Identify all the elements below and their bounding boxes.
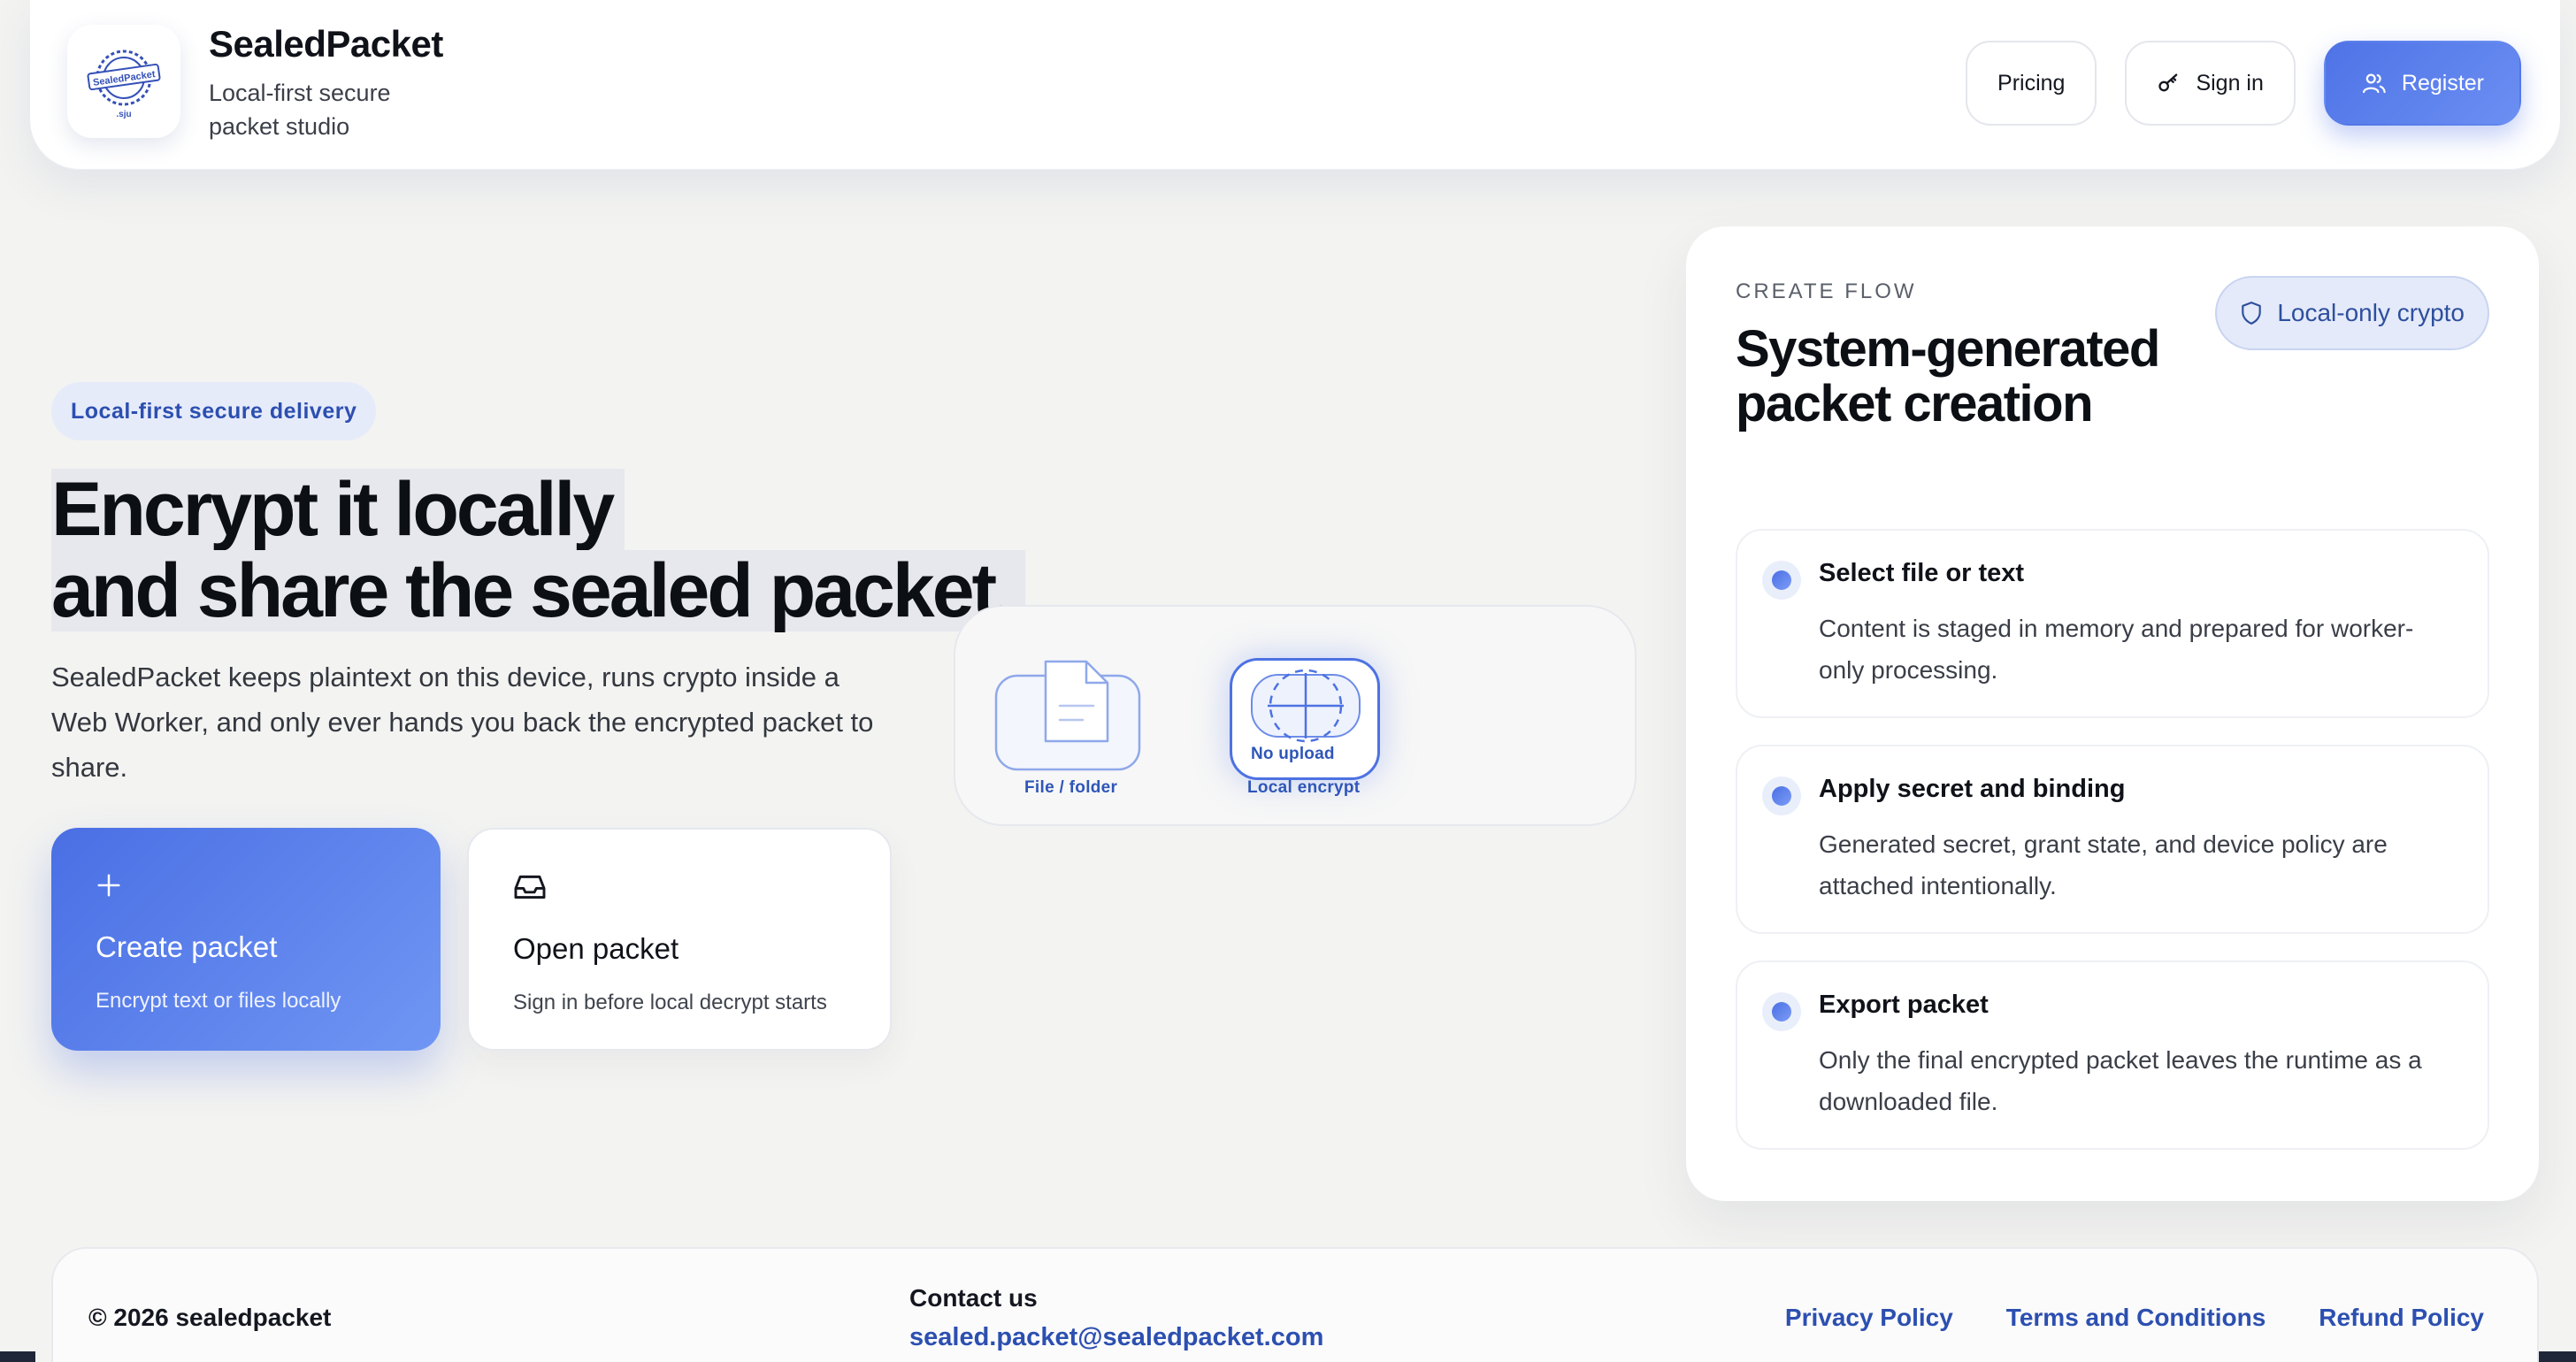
hero-badge: Local-first secure delivery xyxy=(51,382,377,440)
create-flow-panel: CREATE FLOW System-generated packet crea… xyxy=(1686,226,2539,1201)
panel-eyebrow: CREATE FLOW xyxy=(1736,279,1917,303)
file-folder-icon xyxy=(994,660,1141,771)
no-upload-label: No upload xyxy=(1251,745,1335,763)
step-dot-icon xyxy=(1762,561,1801,600)
local-encrypt-label: Local encrypt xyxy=(1247,778,1361,797)
pricing-label: Pricing xyxy=(1997,70,2066,96)
hero-description: SealedPacket keeps plaintext on this dev… xyxy=(51,662,874,783)
headline-line-2: and share the sealed packet. xyxy=(51,550,1026,631)
create-packet-subtitle: Encrypt text or files locally xyxy=(96,989,341,1013)
brand-tagline: Local-first secure packet studio xyxy=(209,80,391,140)
open-packet-button[interactable]: Open packet Sign in before local decrypt… xyxy=(467,828,892,1051)
hero-headline: Encrypt it locally and share the sealed … xyxy=(51,469,1026,631)
shield-icon xyxy=(2242,302,2262,325)
terms-link[interactable]: Terms and Conditions xyxy=(2006,1304,2266,1332)
step-title: Select file or text xyxy=(1819,559,2025,587)
panel-title: System-generated packet creation xyxy=(1736,320,2160,432)
vault-icon xyxy=(1251,669,1361,743)
site-footer: © 2026 sealedpacket Contact us sealed.pa… xyxy=(51,1247,2539,1362)
step-description: Only the final encrypted packet leaves t… xyxy=(1819,1046,2422,1115)
brand-name[interactable]: SealedPacket xyxy=(209,23,443,65)
step-description: Generated secret, grant state, and devic… xyxy=(1819,830,2388,899)
footer-links: Privacy Policy Terms and Conditions Refu… xyxy=(1785,1304,2484,1332)
open-packet-subtitle: Sign in before local decrypt starts xyxy=(513,991,827,1014)
flow-step: Apply secret and binding Generated secre… xyxy=(1736,745,2489,934)
step-title: Apply secret and binding xyxy=(1819,775,2126,803)
step-title: Export packet xyxy=(1819,991,1989,1019)
open-packet-title: Open packet xyxy=(513,932,679,965)
local-only-crypto-badge: Local-only crypto xyxy=(2215,276,2489,350)
register-label: Register xyxy=(2401,70,2484,96)
flow-steps: Select file or text Content is staged in… xyxy=(1736,529,2489,1176)
pricing-button[interactable]: Pricing xyxy=(1966,41,2097,126)
file-folder-label: File / folder xyxy=(1024,778,1118,797)
step-dot-icon xyxy=(1762,992,1801,1031)
logo-suffix: .sju xyxy=(116,110,131,119)
flow-step: Select file or text Content is staged in… xyxy=(1736,529,2489,718)
copyright: © 2026 sealedpacket xyxy=(88,1304,332,1331)
flow-step: Export packet Only the final encrypted p… xyxy=(1736,960,2489,1150)
users-icon xyxy=(2362,73,2386,94)
create-packet-button[interactable]: Create packet Encrypt text or files loca… xyxy=(51,828,441,1051)
seal-stamp-icon: SealedPacket .sju xyxy=(87,50,161,119)
brand-logo[interactable]: SealedPacket .sju xyxy=(67,25,180,138)
plus-icon xyxy=(97,874,120,897)
inbox-icon xyxy=(514,875,546,899)
local-only-crypto-label: Local-only crypto xyxy=(2277,299,2465,326)
privacy-policy-link[interactable]: Privacy Policy xyxy=(1785,1304,1953,1332)
window-bottom-edge xyxy=(0,1351,2576,1362)
key-icon xyxy=(2158,73,2178,92)
contact-email-link[interactable]: sealed.packet@sealedpacket.com xyxy=(909,1323,1323,1352)
contact-label: Contact us xyxy=(909,1284,1038,1312)
create-packet-title: Create packet xyxy=(96,930,278,963)
register-button[interactable]: Register xyxy=(2323,41,2521,126)
step-description: Content is staged in memory and prepared… xyxy=(1819,615,2414,684)
sign-in-label: Sign in xyxy=(2196,70,2264,96)
sign-in-button[interactable]: Sign in xyxy=(2125,41,2296,126)
flow-illustration: File / folder No upload Local encrypt xyxy=(954,605,1637,826)
headline-line-1: Encrypt it locally xyxy=(51,469,625,550)
site-header: SealedPacket .sju SealedPacket Local-fir… xyxy=(30,0,2560,170)
top-nav: Pricing Sign in Register xyxy=(1966,41,2521,126)
refund-policy-link[interactable]: Refund Policy xyxy=(2319,1304,2484,1332)
step-dot-icon xyxy=(1762,777,1801,815)
